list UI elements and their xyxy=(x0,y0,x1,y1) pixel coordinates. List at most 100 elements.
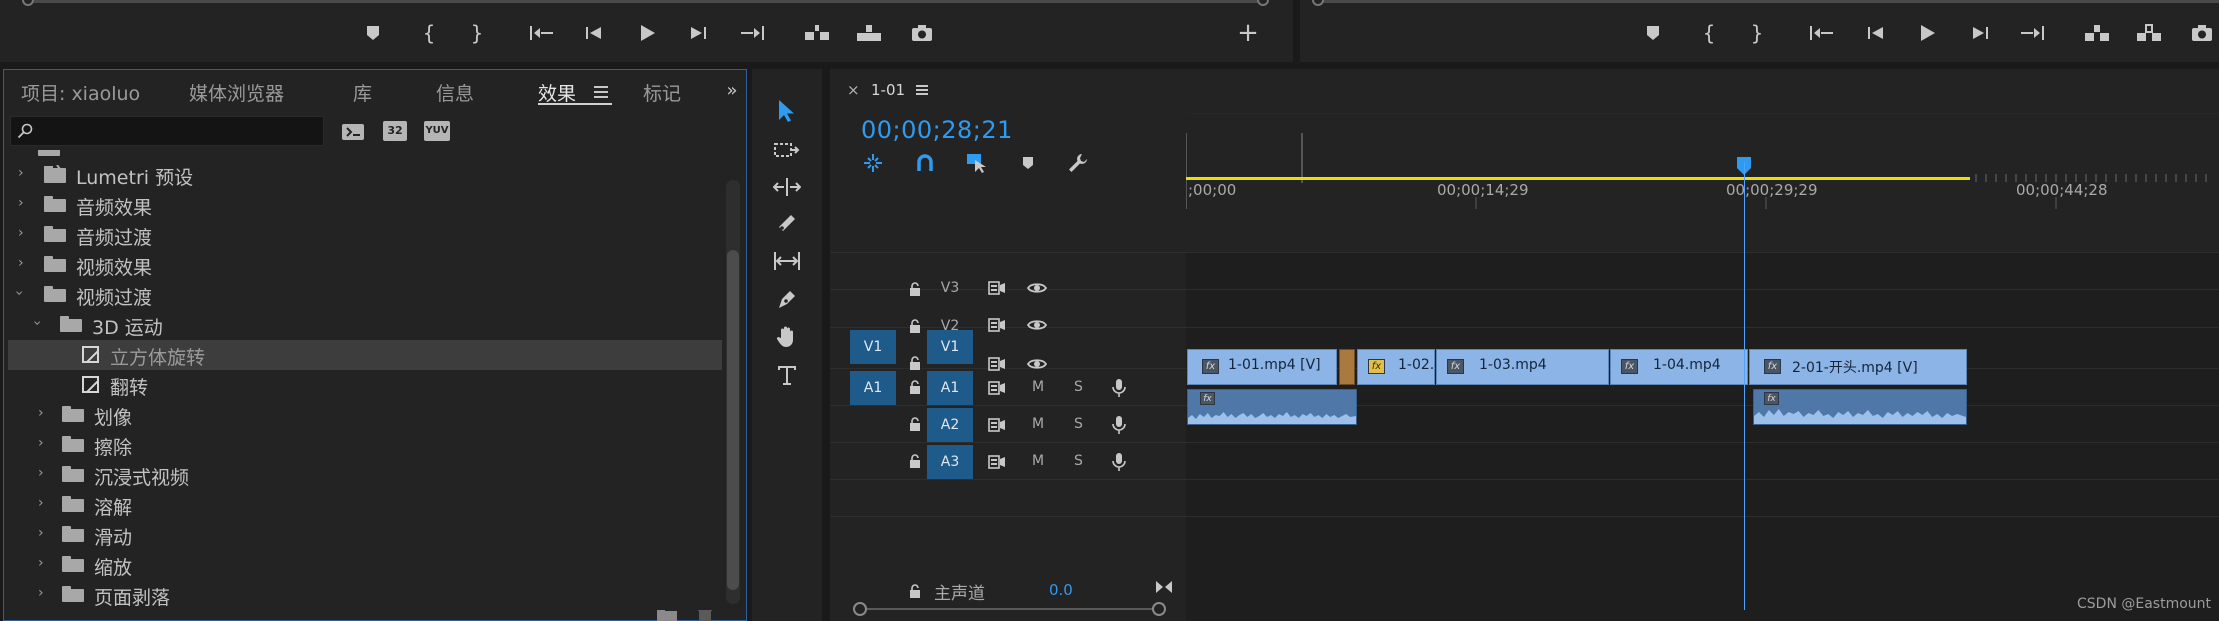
chevron-right-icon[interactable]: › xyxy=(38,585,44,601)
snap-icon[interactable] xyxy=(913,151,937,175)
source-patch-v1[interactable]: V1 xyxy=(850,330,896,364)
fx-badge[interactable]: fx xyxy=(1764,359,1781,374)
playhead-line[interactable] xyxy=(1744,162,1745,610)
zoom-end-knob[interactable] xyxy=(1152,602,1166,616)
source-scrub-out-knob[interactable] xyxy=(1257,0,1269,6)
source-scrub-in-knob[interactable] xyxy=(22,0,34,6)
audio-clip[interactable]: fx xyxy=(1187,389,1357,425)
tree-item-video-transitions[interactable]: › 视频过渡 xyxy=(8,280,722,310)
effects-scrollbar-thumb[interactable] xyxy=(727,250,739,590)
program-step-forward-icon[interactable] xyxy=(1968,22,1992,44)
program-step-back-icon[interactable] xyxy=(1864,22,1888,44)
tree-item-slide[interactable]: › 滑动 xyxy=(8,520,722,550)
tree-item-audio-transitions[interactable]: › 音频过渡 xyxy=(8,220,722,250)
sync-lock-icon[interactable] xyxy=(986,416,1008,434)
tab-media-browser[interactable]: 媒体浏览器 xyxy=(189,79,284,106)
tree-item-zoom[interactable]: › 缩放 xyxy=(8,550,722,580)
overwrite-icon[interactable] xyxy=(854,20,884,46)
tree-item-video-effects[interactable]: › 视频效果 xyxy=(8,250,722,280)
eye-icon[interactable] xyxy=(1026,316,1048,334)
program-play-icon[interactable] xyxy=(1916,20,1940,46)
nest-toggle-icon[interactable] xyxy=(861,151,885,175)
chevron-right-icon[interactable]: › xyxy=(18,165,24,181)
tree-item-audio-effects[interactable]: › 音频效果 xyxy=(8,190,722,220)
program-mark-out-icon[interactable]: } xyxy=(1746,20,1768,46)
timeline-zoom-scrollbar[interactable] xyxy=(853,602,1166,616)
fx-badge[interactable]: fx xyxy=(1621,359,1638,374)
track-target-v1[interactable]: V1 xyxy=(927,330,973,364)
tree-item-page-peel[interactable]: › 页面剥落 xyxy=(8,580,722,610)
mark-out-icon[interactable]: } xyxy=(466,20,488,46)
hand-tool[interactable] xyxy=(765,319,809,355)
transition-marker[interactable] xyxy=(1339,349,1355,385)
tree-item-iris[interactable]: › 划像 xyxy=(8,400,722,430)
sequence-tab[interactable]: 1-01 xyxy=(871,81,905,99)
wrench-icon[interactable] xyxy=(1066,151,1090,175)
lift-icon[interactable] xyxy=(2082,20,2112,46)
lock-icon[interactable] xyxy=(906,415,924,433)
tree-item-cube-spin[interactable]: 立方体旋转 xyxy=(8,340,722,370)
linked-selection-icon[interactable] xyxy=(964,151,990,175)
panel-menu-icon[interactable] xyxy=(593,84,609,100)
program-go-to-in-icon[interactable] xyxy=(1808,22,1836,44)
solo-button[interactable]: S xyxy=(1074,379,1083,395)
audio-clip[interactable]: fx xyxy=(1753,389,1967,425)
track-select-tool[interactable] xyxy=(765,133,809,169)
tree-item-dissolve[interactable]: › 溶解 xyxy=(8,490,722,520)
accelerated-effects-icon[interactable] xyxy=(338,118,368,144)
32bit-effects-icon[interactable]: 32 xyxy=(380,118,410,144)
video-clip[interactable]: fx 1-04.mp4 xyxy=(1610,349,1748,385)
video-clip[interactable]: fx 1-02.m xyxy=(1357,349,1435,385)
mute-button[interactable]: M xyxy=(1032,379,1044,395)
step-forward-icon[interactable] xyxy=(686,22,710,44)
track-target-a2[interactable]: A2 xyxy=(927,408,973,442)
playhead-timecode[interactable]: 00;00;28;21 xyxy=(861,116,1013,144)
add-marker-icon[interactable] xyxy=(362,22,384,44)
mute-button[interactable]: M xyxy=(1032,416,1044,432)
step-back-icon[interactable] xyxy=(582,22,606,44)
program-scrub-knob[interactable] xyxy=(1312,0,1324,6)
slip-tool[interactable] xyxy=(765,243,809,279)
effects-search-field[interactable] xyxy=(10,116,324,146)
go-to-in-icon[interactable] xyxy=(528,22,556,44)
chevron-right-icon[interactable]: › xyxy=(38,405,44,421)
sync-lock-icon[interactable] xyxy=(986,316,1008,334)
tree-item-immersive-video[interactable]: › 沉浸式视频 xyxy=(8,460,722,490)
sync-lock-icon[interactable] xyxy=(986,379,1008,397)
mark-in-icon[interactable]: { xyxy=(418,20,440,46)
mute-button[interactable]: M xyxy=(1032,453,1044,469)
program-export-frame-icon[interactable] xyxy=(2188,20,2216,46)
track-target-a1[interactable]: A1 xyxy=(927,371,973,405)
tree-item-lumetri-presets[interactable]: › Lumetri 预设 xyxy=(8,160,722,190)
solo-button[interactable]: S xyxy=(1074,453,1083,469)
lock-icon[interactable] xyxy=(906,378,924,396)
razor-tool[interactable] xyxy=(765,205,809,241)
program-add-marker-icon[interactable] xyxy=(1642,22,1664,44)
go-to-edit-point-icon[interactable] xyxy=(1154,578,1174,596)
sync-lock-icon[interactable] xyxy=(986,355,1008,373)
new-bin-icon[interactable] xyxy=(656,610,678,621)
work-area-bar[interactable] xyxy=(1186,172,2219,186)
go-to-out-icon[interactable] xyxy=(738,22,766,44)
eye-icon[interactable] xyxy=(1026,355,1048,373)
microphone-icon[interactable] xyxy=(1110,451,1128,473)
fx-badge[interactable]: fx xyxy=(1368,359,1385,374)
delete-icon[interactable] xyxy=(696,610,714,621)
lock-icon[interactable] xyxy=(906,280,924,298)
sequence-menu-icon[interactable] xyxy=(914,82,930,98)
tab-info[interactable]: 信息 xyxy=(436,79,474,106)
tree-item-3d-motion[interactable]: › 3D 运动 xyxy=(8,310,722,340)
microphone-icon[interactable] xyxy=(1110,377,1128,399)
chevron-right-icon[interactable]: › xyxy=(38,555,44,571)
add-button-icon[interactable]: + xyxy=(1236,18,1260,48)
tab-effects[interactable]: 效果 xyxy=(538,79,576,106)
chevron-right-icon[interactable]: › xyxy=(38,525,44,541)
chevron-right-icon[interactable]: › xyxy=(18,195,24,211)
chevron-right-icon[interactable]: › xyxy=(38,495,44,511)
fx-badge[interactable]: fx xyxy=(1200,392,1215,405)
tree-item-flip-over[interactable]: 翻转 xyxy=(8,370,722,400)
microphone-icon[interactable] xyxy=(1110,414,1128,436)
tab-libraries[interactable]: 库 xyxy=(353,79,372,106)
selection-tool[interactable] xyxy=(765,93,809,129)
insert-icon[interactable] xyxy=(802,20,832,46)
